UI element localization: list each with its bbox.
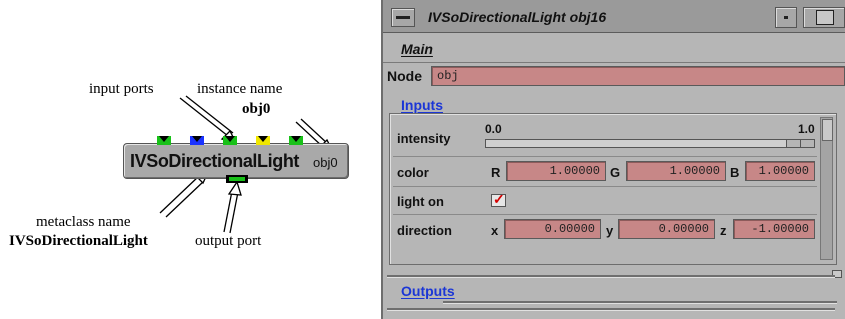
- input-port-arrow-icon: [192, 136, 202, 142]
- input-port-arrow-icon: [291, 136, 301, 142]
- color-label: color: [397, 165, 429, 180]
- maximize-button[interactable]: [803, 7, 845, 28]
- input-port-arrow-icon: [225, 136, 235, 142]
- checkmark-icon: ✓: [493, 191, 505, 207]
- intensity-slider[interactable]: [485, 139, 815, 148]
- color-b-label: B: [730, 165, 740, 180]
- color-r-field[interactable]: 1.00000: [506, 161, 606, 181]
- input-port[interactable]: [190, 136, 204, 145]
- direction-y-label: y: [606, 223, 614, 238]
- node-field[interactable]: obj: [431, 66, 845, 86]
- direction-z-label: z: [720, 223, 727, 238]
- direction-x-field[interactable]: 0.00000: [504, 219, 601, 239]
- outputs-bottom-rule: [387, 308, 835, 310]
- direction-z-field[interactable]: -1.00000: [733, 219, 815, 239]
- instance-name-value: obj0: [242, 101, 271, 117]
- input-port[interactable]: [289, 136, 303, 145]
- output-port[interactable]: [226, 175, 248, 183]
- param-row-intensity: intensity 0.0 1.0: [393, 117, 817, 157]
- color-g-label: G: [610, 165, 621, 180]
- color-b-field[interactable]: 1.00000: [745, 161, 815, 181]
- window-menu-button[interactable]: [391, 8, 415, 27]
- inputs-section-title: Inputs: [401, 97, 443, 113]
- output-port-annotation: output port: [195, 233, 262, 249]
- inputs-list: intensity 0.0 1.0 color R 1.00000 G 1.00…: [393, 117, 817, 261]
- menu-bar: Main: [383, 33, 845, 63]
- outputs-section-title: Outputs: [401, 283, 455, 299]
- light-on-checkbox[interactable]: ✓: [491, 191, 506, 207]
- inputs-scrollbar[interactable]: [820, 117, 833, 260]
- metaclass-name-value: IVSoDirectionalLight: [9, 233, 148, 249]
- output-port-arrow: [223, 180, 242, 234]
- module-node[interactable]: IVSoDirectionalLight obj0: [123, 143, 349, 179]
- direction-label: direction: [397, 223, 452, 238]
- instance-name-annotation: instance name: [197, 81, 283, 97]
- param-row-light-on: light on ✓: [393, 187, 817, 215]
- intensity-slider-thumb[interactable]: [786, 140, 814, 147]
- title-bar: IVSoDirectionalLight obj16: [383, 0, 845, 33]
- module-instance-label: obj0: [313, 155, 338, 170]
- outputs-rule: [443, 301, 837, 303]
- metaclass-name-annotation: metaclass name: [36, 214, 131, 230]
- input-port-arrow-icon: [159, 136, 169, 142]
- control-panel-window: IVSoDirectionalLight obj16 Main Node obj…: [381, 0, 845, 319]
- intensity-max-label: 1.0: [798, 122, 815, 136]
- intensity-label: intensity: [397, 131, 451, 146]
- light-on-label: light on: [397, 194, 444, 209]
- color-g-field[interactable]: 1.00000: [626, 161, 726, 181]
- module-metaclass-label: IVSoDirectionalLight: [130, 151, 300, 171]
- inputs-scrollbar-thumb[interactable]: [822, 119, 833, 141]
- param-row-direction: direction x 0.00000 y 0.00000 z -1.00000: [393, 215, 817, 245]
- color-r-label: R: [491, 165, 501, 180]
- input-port[interactable]: [223, 136, 237, 145]
- direction-y-field[interactable]: 0.00000: [618, 219, 715, 239]
- inputs-panel: intensity 0.0 1.0 color R 1.00000 G 1.00…: [389, 113, 837, 265]
- input-port[interactable]: [256, 136, 270, 145]
- node-label: Node: [387, 68, 422, 84]
- menu-main[interactable]: Main: [401, 41, 433, 57]
- section-divider: [387, 275, 835, 277]
- window-title: IVSoDirectionalLight obj16: [428, 9, 607, 25]
- input-port-arrow-icon: [258, 136, 268, 142]
- param-row-color: color R 1.00000 G 1.00000 B 1.00000: [393, 157, 817, 187]
- input-ports-annotation: input ports: [89, 81, 154, 97]
- minimize-button[interactable]: [775, 7, 797, 28]
- input-port[interactable]: [157, 136, 171, 145]
- direction-x-label: x: [491, 223, 499, 238]
- intensity-min-label: 0.0: [485, 122, 502, 136]
- node-row: Node obj: [383, 64, 845, 88]
